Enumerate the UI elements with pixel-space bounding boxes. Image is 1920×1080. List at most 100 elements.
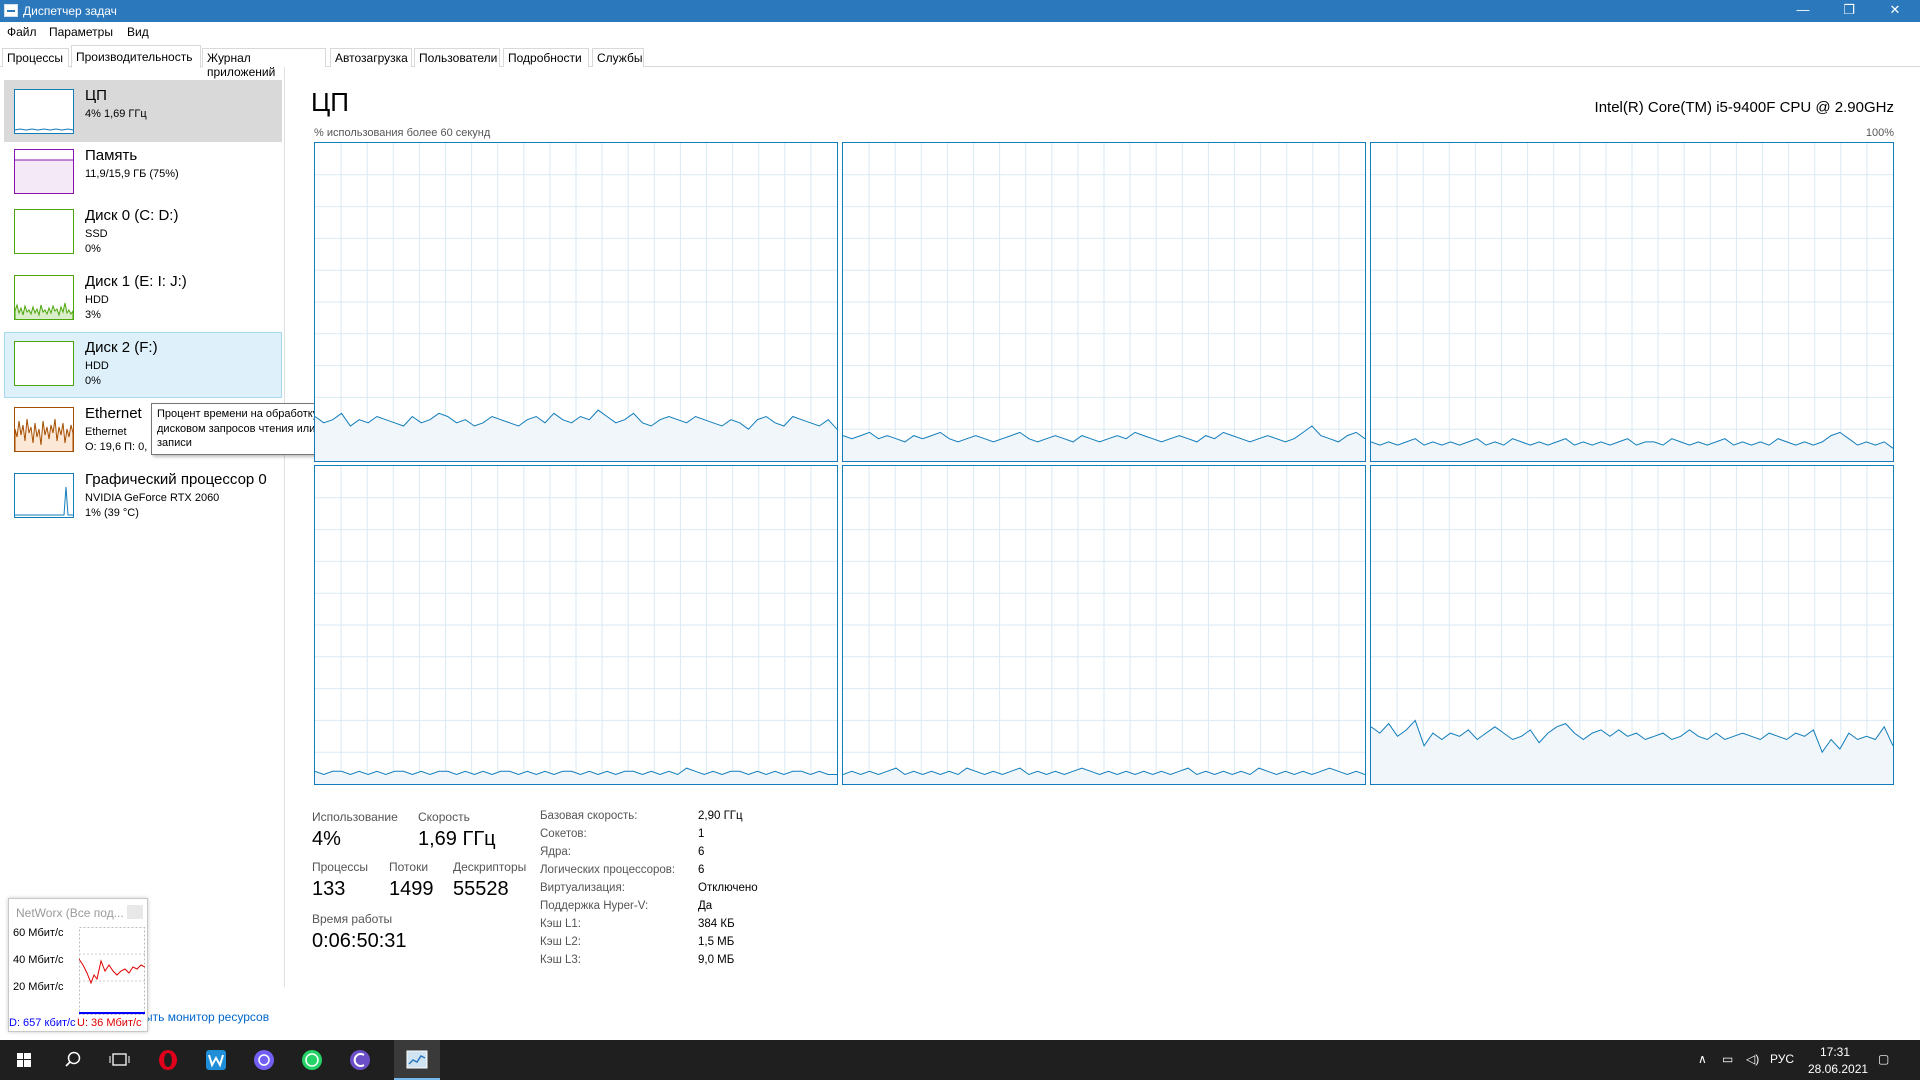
- task-manager-icon[interactable]: [394, 1040, 440, 1080]
- device-usage: О: 19,6 П: 0,: [85, 441, 148, 453]
- device-name: Диск 2 (F:): [85, 339, 158, 356]
- menu-bar: Файл Параметры Вид: [0, 22, 1920, 42]
- whatsapp-icon[interactable]: [288, 1040, 336, 1080]
- core-graph-0: [314, 142, 838, 462]
- clock-time[interactable]: 17:31: [1820, 1045, 1850, 1059]
- threads-label: Потоки: [389, 860, 429, 874]
- device-usage: 0%: [85, 243, 101, 255]
- graph-label: % использования более 60 секунд: [314, 127, 491, 139]
- core-graph-svg: [1371, 143, 1893, 461]
- core-graph-4: [842, 465, 1366, 785]
- prop-value: 2,90 ГГц: [698, 810, 743, 822]
- prop-value: 384 КБ: [698, 918, 735, 930]
- taskbar: ∧ ▭ ◁) РУС 17:31 28.06.2021 ▢: [0, 1040, 1920, 1080]
- device-list: ЦП 4% 1,69 ГГц Память 11,9/15,9 ГБ (75%)…: [0, 67, 285, 987]
- device-type: HDD: [85, 360, 109, 372]
- threads-value: 1499: [389, 878, 434, 900]
- device-detail: 11,9/15,9 ГБ (75%): [85, 168, 179, 180]
- prop-label: Сокетов:: [540, 828, 587, 840]
- opera-icon[interactable]: [144, 1040, 192, 1080]
- title-bar: Диспетчер задач — ❐ ✕: [0, 0, 1920, 22]
- core-graph-svg: [1371, 466, 1893, 784]
- utilization-value: 4%: [312, 828, 341, 850]
- core-graph-svg: [843, 466, 1365, 784]
- device-usage: 3%: [85, 309, 101, 321]
- prop-label: Логических процессоров:: [540, 864, 676, 876]
- tab-details[interactable]: Подробности: [503, 48, 589, 67]
- networx-download: D: 657 кбит/с: [9, 1017, 76, 1029]
- device-disk-1[interactable]: Диск 1 (E: I: J:) HDD 3%: [4, 266, 282, 332]
- device-disk-2[interactable]: Диск 2 (F:) HDD 0%: [4, 332, 282, 398]
- tab-processes[interactable]: Процессы: [2, 48, 69, 67]
- device-name: Ethernet: [85, 405, 142, 422]
- task-view-icon[interactable]: [96, 1040, 144, 1080]
- device-memory[interactable]: Память 11,9/15,9 ГБ (75%): [4, 140, 282, 202]
- menu-file[interactable]: Файл: [7, 25, 37, 39]
- viber-icon[interactable]: [240, 1040, 288, 1080]
- maximize-button[interactable]: ❐: [1826, 0, 1872, 22]
- prop-label: Базовая скорость:: [540, 810, 638, 822]
- gpu-thumbnail: [14, 473, 74, 518]
- clock-date[interactable]: 28.06.2021: [1808, 1062, 1868, 1076]
- networx-close-button[interactable]: [127, 905, 143, 919]
- networx-widget[interactable]: NetWorx (Все под... 60 Мбит/с 40 Мбит/с …: [8, 898, 148, 1032]
- core-graph-svg: [843, 143, 1365, 461]
- processes-label: Процессы: [312, 860, 369, 874]
- core-graph-3: [314, 465, 838, 785]
- app-w-icon[interactable]: [192, 1040, 240, 1080]
- handles-label: Дескрипторы: [453, 860, 527, 874]
- close-button[interactable]: ✕: [1872, 0, 1918, 22]
- prop-label: Поддержка Hyper-V:: [540, 900, 649, 912]
- menu-view[interactable]: Вид: [127, 25, 149, 39]
- tab-startup[interactable]: Автозагрузка: [330, 48, 412, 67]
- tab-performance[interactable]: Производительность: [71, 45, 201, 68]
- device-gpu-0[interactable]: Графический процессор 0 NVIDIA GeForce R…: [4, 464, 282, 530]
- networx-graph: [79, 927, 145, 1015]
- tab-services[interactable]: Службы: [592, 48, 644, 67]
- networx-upload: U: 36 Мбит/с: [77, 1017, 142, 1029]
- uptime-value: 0:06:50:31: [312, 930, 407, 952]
- core-graph-svg: [315, 143, 837, 461]
- device-model: NVIDIA GeForce RTX 2060: [85, 492, 220, 504]
- prop-value: 1,5 МБ: [698, 936, 735, 948]
- windows-start-icon[interactable]: [0, 1040, 48, 1080]
- prop-value: 9,0 МБ: [698, 954, 735, 966]
- device-disk-0[interactable]: Диск 0 (C: D:) SSD 0%: [4, 200, 282, 266]
- app-c-icon[interactable]: [336, 1040, 384, 1080]
- tab-app-history[interactable]: Журнал приложений: [202, 48, 326, 79]
- cpu-thumbnail: [14, 89, 74, 134]
- speed-label: Скорость: [418, 810, 470, 824]
- page-title: ЦП: [311, 87, 349, 117]
- prop-value: Отключено: [698, 882, 758, 894]
- disk-0-thumbnail: [14, 209, 74, 254]
- minimize-button[interactable]: —: [1780, 0, 1826, 22]
- resource-monitor-link[interactable]: ыть монитор ресурсов: [144, 1010, 269, 1024]
- window-title: Диспетчер задач: [23, 4, 117, 18]
- device-detail: 4% 1,69 ГГц: [85, 108, 147, 120]
- core-graph-1: [842, 142, 1366, 462]
- tab-users[interactable]: Пользователи: [414, 48, 500, 67]
- search-icon[interactable]: [48, 1040, 96, 1080]
- prop-label: Кэш L2:: [540, 936, 581, 948]
- handles-value: 55528: [453, 878, 509, 900]
- volume-icon[interactable]: ◁): [1746, 1052, 1759, 1066]
- tab-bar: Процессы Производительность Журнал прило…: [0, 45, 1920, 79]
- prop-value: 6: [698, 846, 705, 858]
- core-graph-2: [1370, 142, 1894, 462]
- chevron-up-icon[interactable]: ∧: [1698, 1052, 1707, 1066]
- prop-label: Виртуализация:: [540, 882, 625, 894]
- disk-2-thumbnail: [14, 341, 74, 386]
- device-type: Ethernet: [85, 426, 127, 438]
- language-indicator[interactable]: РУС: [1770, 1052, 1794, 1066]
- graph-max-label: 100%: [1865, 127, 1894, 139]
- core-graph-5: [1370, 465, 1894, 785]
- cpu-details-panel: ЦП Intel(R) Core(TM) i5-9400F CPU @ 2.90…: [295, 67, 1920, 987]
- device-name: Графический процессор 0: [85, 471, 267, 488]
- uptime-label: Время работы: [312, 912, 393, 926]
- speed-value: 1,69 ГГц: [418, 828, 496, 850]
- network-icon[interactable]: ▭: [1722, 1052, 1733, 1066]
- device-cpu[interactable]: ЦП 4% 1,69 ГГц: [4, 80, 282, 142]
- menu-options[interactable]: Параметры: [49, 25, 113, 39]
- notifications-icon[interactable]: ▢: [1878, 1052, 1889, 1066]
- cpu-model: Intel(R) Core(TM) i5-9400F CPU @ 2.90GHz: [1594, 99, 1894, 116]
